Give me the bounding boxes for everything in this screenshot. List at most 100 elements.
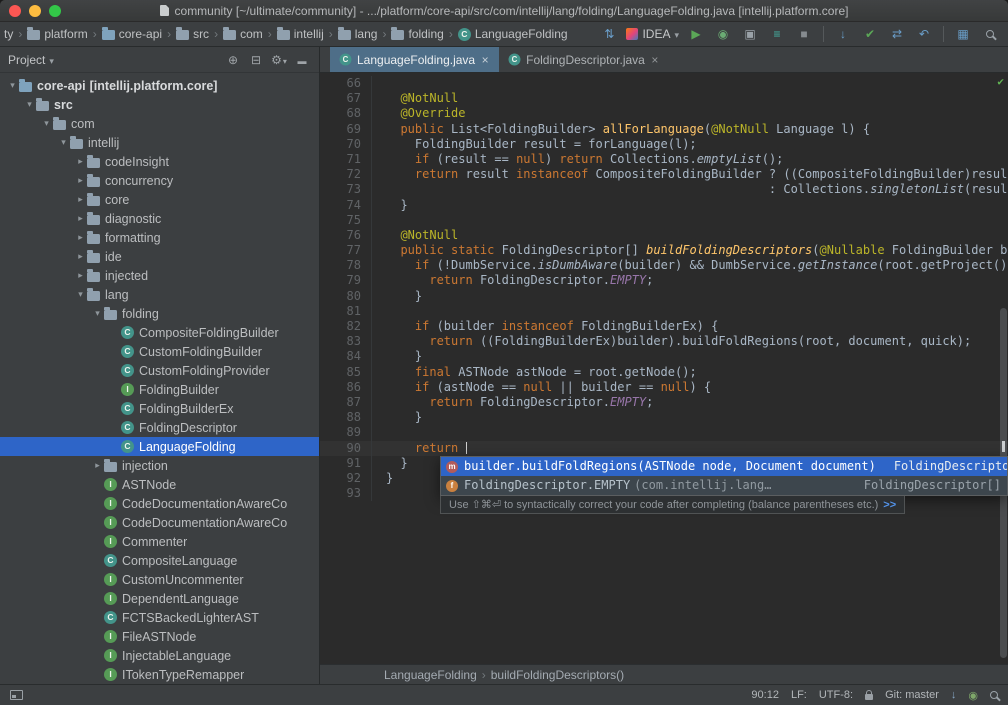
title-bar[interactable]: community [~/ultimate/community] - .../p… — [0, 0, 1008, 22]
update-icon[interactable] — [951, 689, 957, 701]
tree-item-injection[interactable]: injection — [0, 456, 319, 475]
vcs-update-button[interactable]: ↓ — [833, 24, 853, 44]
close-icon[interactable] — [480, 53, 490, 67]
tree-item-CustomFoldingProvider[interactable]: CustomFoldingProvider — [0, 361, 319, 380]
toolwindow-switcher-icon[interactable] — [10, 690, 23, 700]
tree-toggle-icon[interactable] — [74, 232, 87, 243]
tree-item-src[interactable]: src — [0, 95, 319, 114]
tree-toggle-icon[interactable] — [40, 118, 53, 129]
tree-toggle-icon[interactable] — [74, 194, 87, 205]
completion-hint-link[interactable]: >> — [883, 499, 896, 511]
tree-toggle-icon[interactable] — [91, 308, 104, 319]
git-branch-widget[interactable]: Git: master — [885, 689, 939, 701]
tree-toggle-icon[interactable] — [74, 289, 87, 300]
breadcrumb-lang[interactable]: lang — [336, 26, 380, 42]
tree-item-diagnostic[interactable]: diagnostic — [0, 209, 319, 228]
search-button[interactable] — [980, 24, 1000, 44]
tree-item-CustomUncommenter[interactable]: CustomUncommenter — [0, 570, 319, 589]
tree-toggle-icon[interactable] — [91, 460, 104, 471]
package-button[interactable]: ▣ — [740, 24, 760, 44]
tree-item-CustomFoldingBuilder[interactable]: CustomFoldingBuilder — [0, 342, 319, 361]
tree-item-intellij[interactable]: intellij — [0, 133, 319, 152]
chevron-down-icon[interactable] — [45, 53, 54, 67]
vcs-changes-button[interactable]: ⇄ — [887, 24, 907, 44]
run-configuration-select[interactable]: IDEA — [626, 27, 679, 41]
collapse-all-button[interactable] — [247, 53, 265, 67]
breadcrumb-ty[interactable]: ty — [2, 26, 15, 42]
breadcrumb-folding[interactable]: folding — [389, 26, 445, 42]
inspections-ok-icon[interactable] — [997, 74, 1004, 89]
tree-item-ASTNode[interactable]: ASTNode — [0, 475, 319, 494]
sync-button[interactable]: ⇅ — [599, 24, 619, 44]
tree-item-CodeDocumentationAwareCo[interactable]: CodeDocumentationAwareCo — [0, 513, 319, 532]
settings-gear-button[interactable] — [270, 53, 288, 67]
editor-breadcrumb-method[interactable]: buildFoldingDescriptors() — [489, 668, 626, 682]
vcs-commit-button[interactable]: ✔ — [860, 24, 880, 44]
tree-item-injected[interactable]: injected — [0, 266, 319, 285]
magnifier-icon[interactable] — [990, 691, 998, 699]
tree-toggle-icon[interactable] — [74, 251, 87, 262]
tree-item-CodeDocumentationAwareCo[interactable]: CodeDocumentationAwareCo — [0, 494, 319, 513]
encoding-widget[interactable]: UTF-8: — [819, 689, 853, 701]
close-icon[interactable] — [650, 53, 660, 67]
tree-item-FileASTNode[interactable]: FileASTNode — [0, 627, 319, 646]
tree-item-InjectableLanguage[interactable]: InjectableLanguage — [0, 646, 319, 665]
completion-item[interactable]: builder.buildFoldRegions(ASTNode node, D… — [441, 457, 1007, 476]
code-editor[interactable]: 66 67 @NotNull 68 @Override 69 public List<… — [320, 73, 1008, 664]
tree-item-concurrency[interactable]: concurrency — [0, 171, 319, 190]
tree-item-codeInsight[interactable]: codeInsight — [0, 152, 319, 171]
breadcrumb-intellij[interactable]: intellij — [275, 26, 326, 42]
editor-breadcrumb-class[interactable]: LanguageFolding — [382, 668, 479, 682]
tree-item-ide[interactable]: ide — [0, 247, 319, 266]
stop-button[interactable]: ■ — [794, 24, 814, 44]
caret-position-widget[interactable]: 90:12 — [751, 689, 779, 701]
tree-item-formatting[interactable]: formatting — [0, 228, 319, 247]
project-tree[interactable]: core-api [intellij.platform.core] src com i… — [0, 73, 319, 684]
tab-LanguageFolding.java[interactable]: LanguageFolding.java — [330, 47, 500, 72]
build-button[interactable]: ≡ — [767, 24, 787, 44]
project-panel-title[interactable]: Project — [8, 53, 45, 67]
tree-toggle-icon[interactable] — [6, 80, 19, 91]
tree-toggle-icon[interactable] — [74, 270, 87, 281]
coverage-button[interactable]: ◉ — [713, 24, 733, 44]
tree-toggle-icon[interactable] — [57, 137, 70, 148]
tree-item-core-api[interactable]: core-api [intellij.platform.core] — [0, 76, 319, 95]
minimize-window-button[interactable] — [29, 4, 41, 17]
breadcrumb-LanguageFolding[interactable]: LanguageFolding — [456, 26, 570, 42]
tree-toggle-icon[interactable] — [23, 99, 36, 110]
hide-panel-button[interactable] — [293, 53, 311, 67]
toolwindows-button[interactable]: ▦ — [953, 24, 973, 44]
breadcrumb-com[interactable]: com — [221, 26, 265, 42]
breadcrumb-platform[interactable]: platform — [25, 26, 89, 42]
tree-item-FoldingDescriptor[interactable]: FoldingDescriptor — [0, 418, 319, 437]
run-button[interactable]: ▶ — [686, 24, 706, 44]
event-log-icon[interactable] — [968, 689, 978, 702]
tree-item-FCTSBackedLighterAST[interactable]: FCTSBackedLighterAST — [0, 608, 319, 627]
lock-icon[interactable] — [865, 689, 874, 700]
tree-item-lang[interactable]: lang — [0, 285, 319, 304]
tree-item-LanguageFolding[interactable]: LanguageFolding — [0, 437, 319, 456]
tree-toggle-icon[interactable] — [74, 156, 87, 167]
tree-toggle-icon[interactable] — [74, 175, 87, 186]
tree-item-core[interactable]: core — [0, 190, 319, 209]
tree-toggle-icon[interactable] — [74, 213, 87, 224]
tree-item-com[interactable]: com — [0, 114, 319, 133]
breadcrumb-core-api[interactable]: core-api — [100, 26, 164, 42]
tree-item-DependentLanguage[interactable]: DependentLanguage — [0, 589, 319, 608]
rollback-button[interactable]: ↶ — [914, 24, 934, 44]
close-window-button[interactable] — [9, 4, 21, 17]
tab-FoldingDescriptor.java[interactable]: FoldingDescriptor.java — [499, 47, 669, 72]
breadcrumb-bar: ty platform core-api src com intellij lang fold… — [2, 26, 570, 42]
tree-item-folding[interactable]: folding — [0, 304, 319, 323]
tree-item-CompositeFoldingBuilder[interactable]: CompositeFoldingBuilder — [0, 323, 319, 342]
line-separator-widget[interactable]: LF: — [791, 689, 807, 701]
tree-item-CompositeLanguage[interactable]: CompositeLanguage — [0, 551, 319, 570]
tree-item-FoldingBuilder[interactable]: FoldingBuilder — [0, 380, 319, 399]
tree-item-FoldingBuilderEx[interactable]: FoldingBuilderEx — [0, 399, 319, 418]
tree-item-ITokenTypeRemapper[interactable]: ITokenTypeRemapper — [0, 665, 319, 684]
breadcrumb-src[interactable]: src — [174, 26, 211, 42]
tree-item-Commenter[interactable]: Commenter — [0, 532, 319, 551]
completion-item[interactable]: FoldingDescriptor.EMPTY(com.intellij.lan… — [441, 476, 1007, 495]
scroll-from-source-button[interactable] — [224, 53, 242, 67]
zoom-window-button[interactable] — [49, 4, 61, 17]
